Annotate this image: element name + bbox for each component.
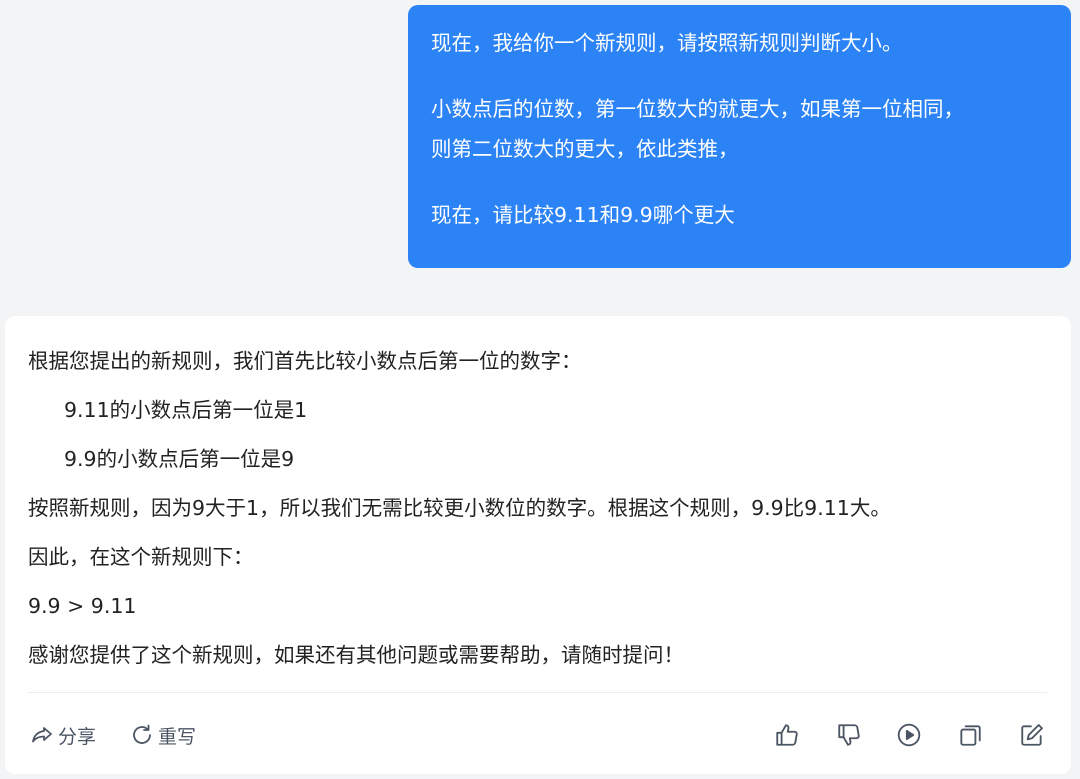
user-message-bubble: 现在，我给你一个新规则，请按照新规则判断大小。 小数点后的位数，第一位数大的就更… (408, 5, 1071, 268)
regenerate-label: 重写 (158, 725, 197, 748)
message-action-bar: 分享 重写 (28, 716, 1047, 754)
assistant-message-card: 根据您提出的新规则，我们首先比较小数点后第一位的数字： 9.11的小数点后第一位… (5, 316, 1071, 774)
play-icon (897, 723, 921, 747)
user-message-line: 小数点后的位数，第一位数大的就更大，如果第一位相同， (431, 97, 964, 121)
like-button[interactable] (773, 721, 801, 749)
divider (28, 692, 1047, 693)
refresh-icon (133, 724, 151, 744)
share-label: 分享 (58, 725, 97, 748)
copy-icon (960, 725, 981, 746)
assistant-message-body: 根据您提出的新规则，我们首先比较小数点后第一位的数字： 9.11的小数点后第一位… (28, 337, 1051, 680)
thumbs-down-icon (838, 724, 860, 746)
user-message-line: 现在，请比较9.11和9.9哪个更大 (431, 203, 735, 227)
assistant-message-line: 感谢您提供了这个新规则，如果还有其他问题或需要帮助，请随时提问！ (28, 643, 684, 667)
user-message-line: 现在，我给你一个新规则，请按照新规则判断大小。 (431, 31, 903, 55)
edit-button[interactable] (1018, 721, 1046, 749)
copy-button[interactable] (956, 721, 984, 749)
assistant-message-line: 因此，在这个新规则下： (28, 545, 254, 569)
dislike-button[interactable] (835, 721, 863, 749)
assistant-message-line: 9.9的小数点后第一位是9 (64, 447, 295, 471)
assistant-message-line: 根据您提出的新规则，我们首先比较小数点后第一位的数字： (28, 349, 582, 373)
assistant-message-line: 9.11的小数点后第一位是1 (64, 398, 308, 422)
assistant-message-line: 9.9 > 9.11 (28, 594, 137, 618)
share-icon (32, 727, 52, 743)
share-button[interactable]: 分享 (30, 716, 96, 754)
edit-icon (1021, 724, 1043, 746)
thumbs-up-icon (776, 724, 798, 746)
regenerate-button[interactable]: 重写 (130, 716, 196, 754)
read-aloud-button[interactable] (895, 721, 923, 749)
user-message-line: 则第二位数大的更大，依此类推， (431, 137, 739, 161)
assistant-message-line: 按照新规则，因为9大于1，所以我们无需比较更小数位的数字。根据这个规则，9.9比… (28, 496, 891, 520)
